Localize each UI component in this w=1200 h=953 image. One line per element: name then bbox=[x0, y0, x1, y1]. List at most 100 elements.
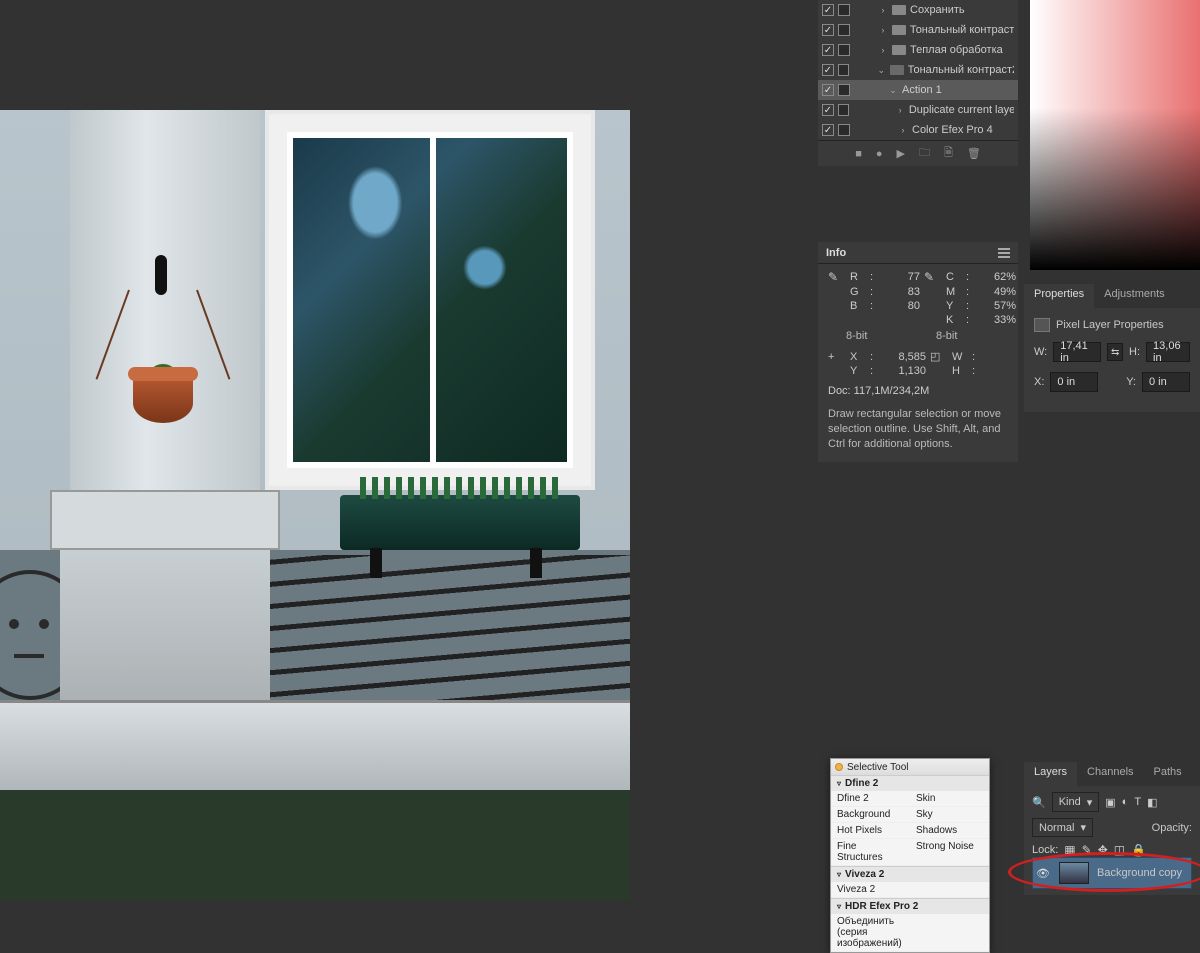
selective-section-header[interactable]: ▿Dfine 2 bbox=[831, 776, 989, 791]
kind-select[interactable]: Kind▾ bbox=[1052, 792, 1100, 812]
layer-name[interactable]: Background copy bbox=[1097, 867, 1182, 879]
expand-icon[interactable]: › bbox=[898, 125, 908, 135]
info-g: 83 bbox=[880, 286, 920, 298]
visibility-icon[interactable]: 👁 bbox=[1035, 867, 1051, 880]
selective-option[interactable]: Sky bbox=[910, 807, 989, 823]
action-label: Сохранить bbox=[910, 4, 965, 16]
expand-icon[interactable]: ⌄ bbox=[877, 65, 887, 76]
selective-section-name: Viveza 2 bbox=[845, 869, 884, 880]
selective-option[interactable]: Viveza 2 bbox=[831, 882, 910, 898]
action-dialog-checkbox[interactable] bbox=[838, 4, 850, 16]
action-label: Duplicate current layer bbox=[909, 104, 1014, 116]
action-toggle-checkbox[interactable]: ✓ bbox=[822, 24, 834, 36]
expand-icon[interactable]: › bbox=[878, 45, 888, 55]
actions-panel: ✓›Сохранить✓›Тональный контраст✓›Теплая … bbox=[818, 0, 1018, 166]
selective-tool-titlebar[interactable]: Selective Tool bbox=[831, 759, 989, 775]
action-row[interactable]: ✓›Теплая обработка bbox=[818, 40, 1018, 60]
prop-height-input[interactable]: 13,06 in bbox=[1146, 342, 1190, 362]
crosshair-icon: + bbox=[828, 351, 846, 363]
link-icon[interactable]: ⇆ bbox=[1107, 343, 1123, 361]
actions-toolbar: ■ ● ▶ 🗀 🗎 🗑 bbox=[818, 140, 1018, 166]
selective-section-name: Dfine 2 bbox=[845, 778, 878, 789]
selective-option[interactable]: Background bbox=[831, 807, 910, 823]
search-icon[interactable]: 🔍 bbox=[1032, 796, 1046, 809]
selective-option[interactable]: Hot Pixels bbox=[831, 823, 910, 839]
new-action-icon[interactable]: 🗎 bbox=[944, 144, 953, 163]
lock-all-icon[interactable]: 🔒 bbox=[1131, 843, 1146, 857]
action-row[interactable]: ✓ › Color Efex Pro 4 bbox=[818, 120, 1018, 140]
tab-layers[interactable]: Layers bbox=[1024, 762, 1077, 786]
action-toggle-checkbox[interactable]: ✓ bbox=[822, 4, 834, 16]
selective-tool-window[interactable]: Selective Tool ▿Dfine 2Dfine 2SkinBackgr… bbox=[830, 758, 990, 953]
play-icon[interactable]: ▶ bbox=[897, 147, 905, 160]
prop-width-input[interactable]: 17,41 in bbox=[1053, 342, 1101, 362]
selective-tool-title: Selective Tool bbox=[847, 762, 909, 773]
lock-brush-icon[interactable]: ✎ bbox=[1082, 843, 1092, 857]
expand-icon[interactable]: › bbox=[878, 5, 888, 15]
selective-option[interactable]: Skin bbox=[910, 791, 989, 807]
selective-option[interactable]: Объединить (серия изображений) bbox=[831, 914, 910, 952]
crop-icon: ◰ bbox=[930, 350, 948, 363]
layer-thumbnail bbox=[1059, 862, 1089, 884]
action-row[interactable]: ✓ ⌄ Action 1 bbox=[818, 80, 1018, 100]
panel-menu-icon[interactable] bbox=[998, 248, 1010, 258]
action-dialog-checkbox[interactable] bbox=[838, 104, 850, 116]
info-doc: Doc: 117,1M/234,2M bbox=[828, 385, 1008, 397]
action-label: Color Efex Pro 4 bbox=[912, 124, 993, 136]
action-toggle-checkbox[interactable]: ✓ bbox=[822, 84, 834, 96]
blend-mode-select[interactable]: Normal▾ bbox=[1032, 818, 1093, 837]
stop-icon[interactable]: ■ bbox=[855, 148, 862, 160]
selective-option[interactable]: Dfine 2 bbox=[831, 791, 910, 807]
selective-option[interactable]: Shadows bbox=[910, 823, 989, 839]
delete-icon[interactable]: 🗑 bbox=[967, 147, 981, 160]
info-r: 77 bbox=[880, 271, 920, 283]
layer-row[interactable]: 👁 Background copy bbox=[1032, 857, 1192, 889]
action-dialog-checkbox[interactable] bbox=[838, 124, 850, 136]
expand-icon[interactable]: › bbox=[895, 105, 905, 115]
layer-filter-icons[interactable]: ▣◐T◧ bbox=[1105, 796, 1157, 809]
record-icon[interactable]: ● bbox=[876, 148, 883, 160]
action-dialog-checkbox[interactable] bbox=[838, 24, 850, 36]
action-toggle-checkbox[interactable]: ✓ bbox=[822, 44, 834, 56]
triangle-icon: ▿ bbox=[837, 902, 841, 911]
info-m: 49% bbox=[976, 286, 1016, 298]
info-b: 80 bbox=[880, 300, 920, 312]
action-toggle-checkbox[interactable]: ✓ bbox=[822, 124, 834, 136]
lock-position-icon[interactable]: ✥ bbox=[1098, 843, 1108, 857]
selective-option[interactable]: Strong Noise bbox=[910, 839, 989, 866]
action-dialog-checkbox[interactable] bbox=[838, 64, 850, 76]
action-row[interactable]: ✓ › Сохранить bbox=[818, 0, 1018, 20]
action-label: Action 1 bbox=[902, 84, 942, 96]
selective-section-header[interactable]: ▿Viveza 2 bbox=[831, 867, 989, 882]
lock-pixels-icon[interactable]: ▦ bbox=[1064, 843, 1075, 857]
tab-adjustments[interactable]: Adjustments bbox=[1094, 284, 1175, 308]
new-set-icon[interactable]: 🗀 bbox=[919, 144, 930, 163]
window-control-icon[interactable] bbox=[835, 763, 843, 771]
lock-artboard-icon[interactable]: ◫ bbox=[1114, 843, 1125, 857]
action-toggle-checkbox[interactable]: ✓ bbox=[822, 104, 834, 116]
expand-icon[interactable]: › bbox=[878, 25, 888, 35]
info-bit-right: 8-bit bbox=[918, 330, 1008, 342]
selective-section-header[interactable]: ▿HDR Efex Pro 2 bbox=[831, 899, 989, 914]
properties-panel: Properties Adjustments Pixel Layer Prope… bbox=[1024, 284, 1200, 412]
action-dialog-checkbox[interactable] bbox=[838, 44, 850, 56]
tab-properties[interactable]: Properties bbox=[1024, 284, 1094, 308]
action-dialog-checkbox[interactable] bbox=[838, 84, 850, 96]
selective-option[interactable]: Fine Structures bbox=[831, 839, 910, 866]
action-row[interactable]: ✓›Тональный контраст bbox=[818, 20, 1018, 40]
action-row[interactable]: ✓ ⌄ Тональный контраст2 bbox=[818, 60, 1018, 80]
selective-option bbox=[910, 914, 989, 952]
action-row[interactable]: ✓ › Duplicate current layer bbox=[818, 100, 1018, 120]
info-c: 62% bbox=[976, 271, 1016, 283]
tab-paths[interactable]: Paths bbox=[1144, 762, 1192, 786]
color-picker-swatch[interactable] bbox=[1030, 0, 1200, 270]
action-toggle-checkbox[interactable]: ✓ bbox=[822, 64, 834, 76]
action-label: Тональный контраст2 bbox=[908, 64, 1014, 76]
prop-y-input[interactable]: 0 in bbox=[1142, 372, 1190, 392]
document-canvas[interactable] bbox=[0, 110, 630, 900]
expand-icon[interactable]: ⌄ bbox=[888, 85, 898, 96]
info-bit-left: 8-bit bbox=[828, 330, 918, 342]
tab-channels[interactable]: Channels bbox=[1077, 762, 1143, 786]
folder-icon bbox=[892, 25, 906, 35]
prop-x-input[interactable]: 0 in bbox=[1050, 372, 1098, 392]
